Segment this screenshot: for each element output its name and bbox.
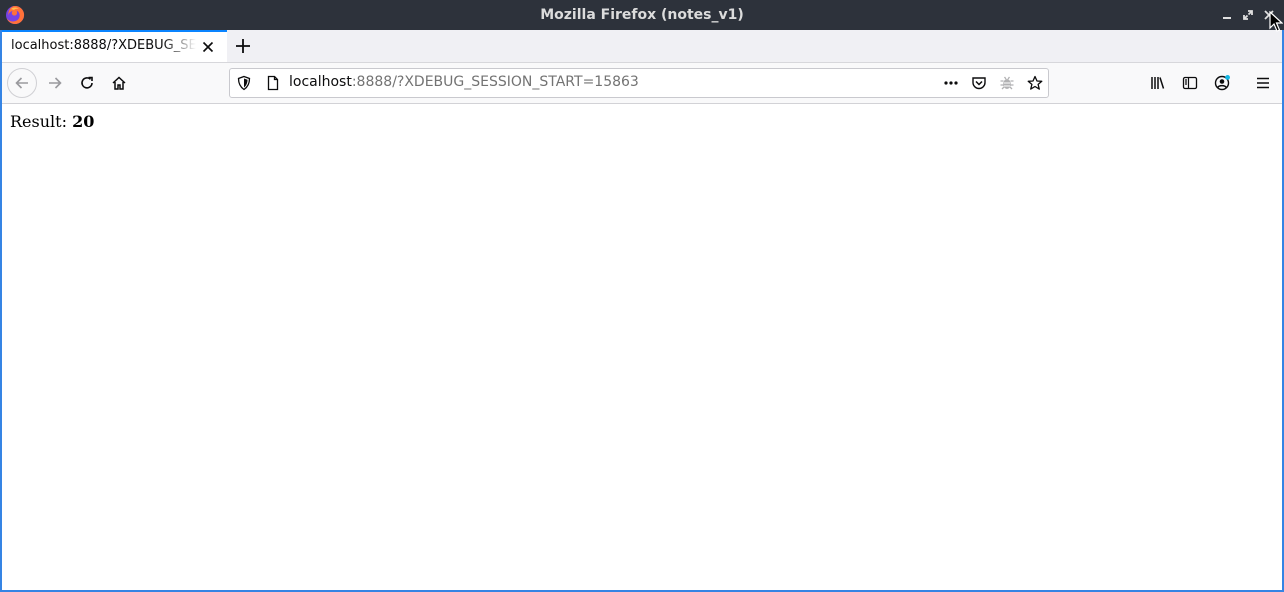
sidebar-icon[interactable] — [1176, 69, 1204, 97]
new-tab-icon[interactable] — [234, 37, 252, 55]
reload-icon[interactable] — [73, 69, 101, 97]
home-icon[interactable] — [105, 69, 133, 97]
page-actions-icon[interactable] — [943, 75, 959, 91]
back-icon[interactable] — [7, 68, 37, 98]
navigation-toolbar: localhost:8888/?XDEBUG_SESSION_START=158… — [2, 63, 1282, 104]
window-title: Mozilla Firefox (notes_v1) — [540, 7, 744, 23]
tracking-protection-icon[interactable] — [236, 75, 252, 91]
url-text[interactable]: localhost:8888/?XDEBUG_SESSION_START=158… — [289, 74, 639, 90]
maximize-icon[interactable] — [1240, 7, 1256, 23]
result-text: Result: 20 — [10, 112, 94, 131]
tab-title: localhost:8888/?XDEBUG_SESSION_START=158… — [11, 38, 196, 53]
account-icon[interactable] — [1208, 69, 1236, 97]
result-value: 20 — [72, 112, 95, 131]
library-icon[interactable] — [1144, 69, 1172, 97]
page-icon[interactable] — [265, 75, 281, 91]
minimize-icon[interactable] — [1219, 7, 1235, 23]
result-label: Result: — [10, 112, 73, 131]
tab-close-icon[interactable] — [200, 39, 216, 55]
page-content: Result: 20 — [2, 104, 1282, 590]
tab-localhost[interactable]: localhost:8888/?XDEBUG_SESSION_START=158… — [2, 30, 227, 62]
url-host: localhost — [289, 74, 352, 90]
tab-strip: localhost:8888/?XDEBUG_SESSION_START=158… — [2, 30, 1282, 63]
forward-icon[interactable] — [41, 69, 69, 97]
bookmark-star-icon[interactable] — [1027, 75, 1043, 91]
menu-icon[interactable] — [1249, 69, 1277, 97]
title-bar: Mozilla Firefox (notes_v1) — [0, 0, 1284, 30]
pocket-icon[interactable] — [971, 75, 987, 91]
mouse-pointer-icon — [1269, 11, 1283, 32]
url-bar[interactable]: localhost:8888/?XDEBUG_SESSION_START=158… — [229, 68, 1049, 98]
extension-bug-icon[interactable] — [999, 75, 1015, 91]
url-rest: :8888/?XDEBUG_SESSION_START=15863 — [351, 74, 639, 90]
